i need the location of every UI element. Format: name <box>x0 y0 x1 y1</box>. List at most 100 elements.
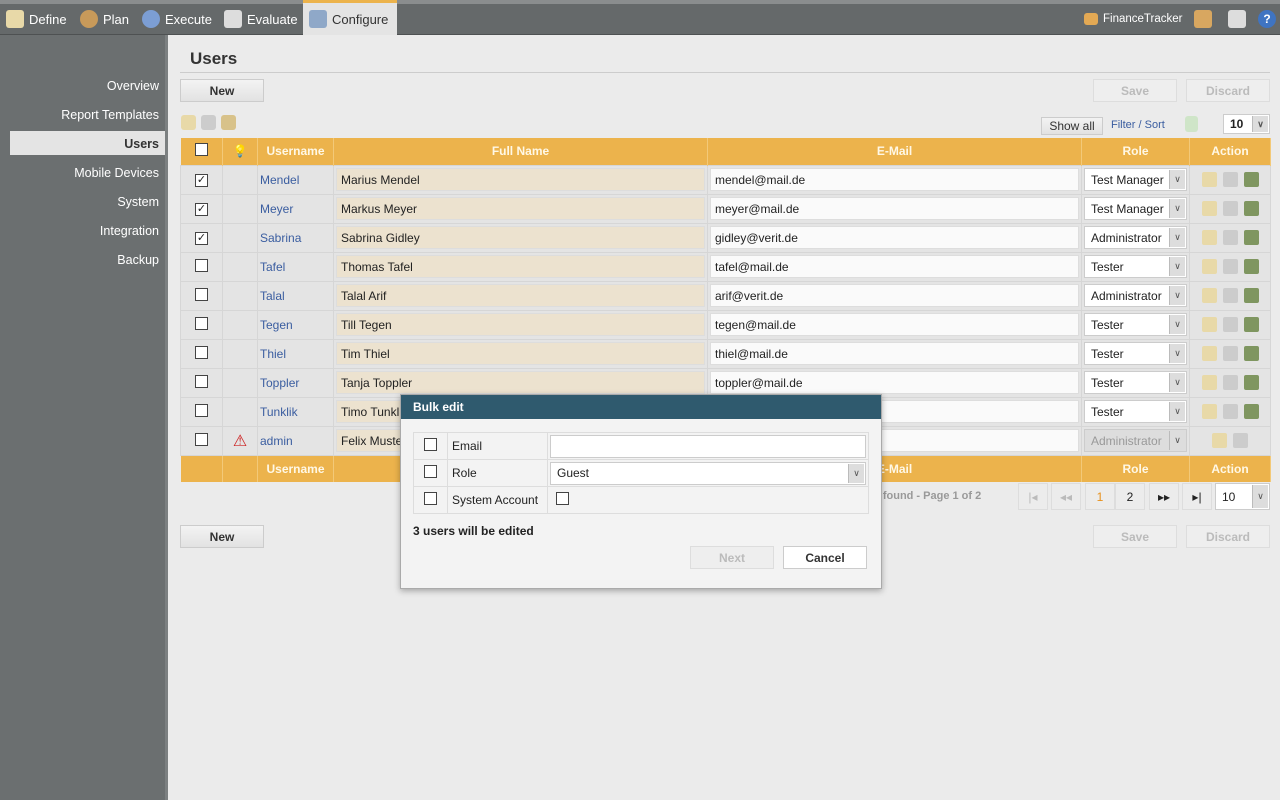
edit-icon[interactable] <box>1201 201 1217 216</box>
row-checkbox[interactable]: ✓ <box>195 174 208 187</box>
row-checkbox[interactable] <box>195 316 208 330</box>
username-link[interactable]: Tafel <box>260 260 285 274</box>
save-button[interactable]: Save <box>1093 79 1177 102</box>
sidebar-item-report-templates[interactable]: Report Templates <box>61 108 159 122</box>
print-icon[interactable] <box>1222 201 1238 216</box>
row-checkbox[interactable] <box>195 345 208 359</box>
tab-plan[interactable]: Plan <box>74 4 135 34</box>
history-icon[interactable] <box>1228 10 1246 28</box>
email-enable-checkbox[interactable] <box>424 438 437 451</box>
last-page-button[interactable]: ▸| <box>1182 483 1212 510</box>
archive-icon[interactable] <box>1243 404 1259 419</box>
archive-icon[interactable] <box>1243 317 1259 332</box>
username-link[interactable]: admin <box>260 434 293 448</box>
email-input[interactable] <box>550 434 866 458</box>
email-field[interactable]: thiel@mail.de <box>710 342 1079 365</box>
full-name-field[interactable]: Tanja Toppler <box>336 371 705 394</box>
email-field[interactable]: gidley@verit.de <box>710 226 1079 249</box>
username-link[interactable]: Tunklik <box>260 405 298 419</box>
sidebar-item-integration[interactable]: Integration <box>100 224 159 238</box>
role-select[interactable]: Administrator ∨ <box>1084 284 1187 307</box>
print-icon[interactable] <box>1222 230 1238 245</box>
archive-icon[interactable] <box>1243 230 1259 245</box>
username-link[interactable]: Tegen <box>260 318 293 332</box>
select-all-checkbox[interactable] <box>194 143 208 157</box>
sidebar-item-system[interactable]: System <box>117 195 159 209</box>
sidebar-item-backup[interactable]: Backup <box>117 253 159 267</box>
email-field[interactable]: mendel@mail.de <box>710 168 1079 191</box>
username-link[interactable]: Sabrina <box>260 231 301 245</box>
edit-icon[interactable] <box>181 115 196 130</box>
full-name-field[interactable]: Till Tegen <box>336 313 705 336</box>
col-full-name[interactable]: Full Name <box>333 138 708 165</box>
role-select[interactable]: Test Manager ∨ <box>1084 197 1187 220</box>
edit-icon[interactable] <box>1212 433 1227 448</box>
sidebar-item-users[interactable]: Users <box>10 131 165 155</box>
email-field[interactable]: meyer@mail.de <box>710 197 1079 220</box>
print-icon[interactable] <box>201 115 216 130</box>
print-icon[interactable] <box>1222 404 1238 419</box>
full-name-field[interactable]: Tim Thiel <box>336 342 705 365</box>
new-button-bottom[interactable]: New <box>180 525 264 548</box>
excel-export-icon[interactable] <box>1185 116 1198 132</box>
col-username[interactable]: Username <box>257 138 334 165</box>
email-field[interactable]: arif@verit.de <box>710 284 1079 307</box>
page-2-button[interactable]: 2 <box>1115 483 1145 510</box>
print-icon[interactable] <box>1222 346 1238 361</box>
save-button-bottom[interactable]: Save <box>1093 525 1177 548</box>
discard-button[interactable]: Discard <box>1186 79 1270 102</box>
edit-icon[interactable] <box>1201 172 1217 187</box>
row-select-cell[interactable] <box>180 425 223 456</box>
tab-evaluate[interactable]: Evaluate <box>218 4 304 34</box>
edit-icon[interactable] <box>1201 259 1217 274</box>
row-select-cell[interactable] <box>180 309 223 340</box>
email-field[interactable]: toppler@mail.de <box>710 371 1079 394</box>
row-select-cell[interactable] <box>180 396 223 427</box>
system-account-checkbox[interactable] <box>556 492 569 505</box>
page-size-select[interactable]: 10 ∨ <box>1223 114 1270 134</box>
print-icon[interactable] <box>1222 172 1238 187</box>
email-field[interactable]: tafel@mail.de <box>710 255 1079 278</box>
print-icon[interactable] <box>1222 317 1238 332</box>
role-enable-checkbox[interactable] <box>424 465 437 478</box>
discard-button-bottom[interactable]: Discard <box>1186 525 1270 548</box>
row-select-cell[interactable] <box>180 367 223 398</box>
select-all-header[interactable] <box>180 138 223 165</box>
role-select[interactable]: Administrator ∨ <box>1084 429 1187 452</box>
role-select[interactable]: Tester ∨ <box>1084 342 1187 365</box>
filter-sort-link[interactable]: Filter / Sort <box>1111 119 1165 131</box>
next-page-button[interactable]: ▸▸ <box>1149 483 1179 510</box>
show-all-button[interactable]: Show all <box>1041 117 1103 135</box>
sidebar-item-mobile-devices[interactable]: Mobile Devices <box>74 166 159 180</box>
full-name-field[interactable]: Markus Meyer <box>336 197 705 220</box>
help-icon[interactable]: ? <box>1258 10 1276 28</box>
role-select[interactable]: Guest ∨ <box>550 461 866 485</box>
row-checkbox[interactable] <box>195 374 208 388</box>
page-1-button[interactable]: 1 <box>1085 483 1115 510</box>
row-checkbox[interactable]: ✓ <box>195 232 208 245</box>
edit-icon[interactable] <box>1201 317 1217 332</box>
row-select-cell[interactable]: ✓ <box>180 164 223 195</box>
archive-icon[interactable] <box>1243 288 1259 303</box>
role-select[interactable]: Tester ∨ <box>1084 313 1187 336</box>
archive-icon[interactable] <box>1243 201 1259 216</box>
print-icon[interactable] <box>1233 433 1248 448</box>
cancel-button[interactable]: Cancel <box>783 546 867 569</box>
first-page-button[interactable]: |◂ <box>1018 483 1048 510</box>
archive-icon[interactable] <box>1243 346 1259 361</box>
edit-icon[interactable] <box>1201 230 1217 245</box>
role-select[interactable]: Tester ∨ <box>1084 400 1187 423</box>
project-selector[interactable]: FinanceTracker <box>1078 4 1188 34</box>
row-checkbox[interactable]: ✓ <box>195 203 208 216</box>
tab-define[interactable]: Define <box>0 4 73 34</box>
col-role[interactable]: Role <box>1081 138 1190 165</box>
role-select[interactable]: Test Manager ∨ <box>1084 168 1187 191</box>
row-select-cell[interactable]: ✓ <box>180 193 223 224</box>
role-select[interactable]: Tester ∨ <box>1084 255 1187 278</box>
print-icon[interactable] <box>1222 375 1238 390</box>
row-select-cell[interactable]: ✓ <box>180 222 223 253</box>
print-icon[interactable] <box>1222 288 1238 303</box>
archive-icon[interactable] <box>1243 259 1259 274</box>
role-select[interactable]: Administrator ∨ <box>1084 226 1187 249</box>
row-select-cell[interactable] <box>180 251 223 282</box>
